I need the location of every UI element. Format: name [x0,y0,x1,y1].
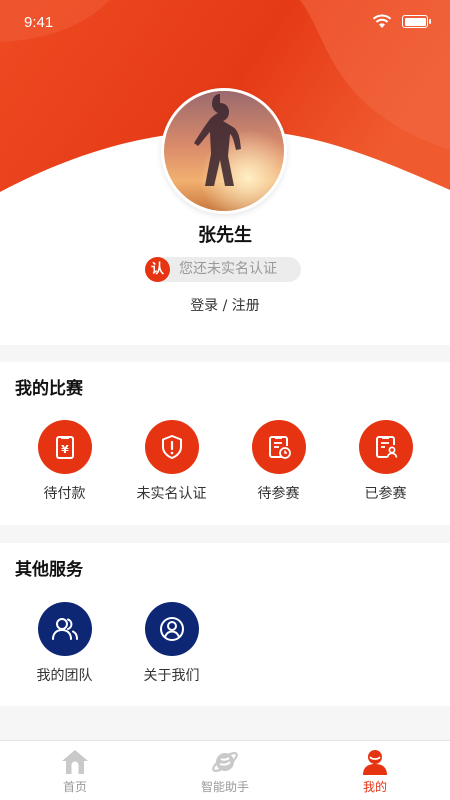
payment-pending-icon: ¥ [37,420,92,474]
profile-icon [363,750,387,775]
tab-label: 我的 [362,780,387,794]
planet-icon [212,752,238,772]
tab-label: 智能助手 [200,780,249,794]
pending-payment-button[interactable]: ¥ 待付款 [11,420,118,503]
grid-label: 关于我们 [143,668,200,684]
tab-mine[interactable]: 我的 [300,741,450,800]
other-services-card: 其他服务 我的团队 关于我们 [0,543,450,706]
profile-header: 9:41 张先生 认 您还未实名认证 登录 / 注册 [0,0,450,345]
section-title: 我的比赛 [15,379,83,399]
wifi-icon [372,14,392,28]
grid-label: 已参赛 [364,486,407,502]
shield-alert-icon [144,420,199,474]
tab-assistant[interactable]: 智能助手 [150,741,300,800]
login-register-link[interactable]: 登录 / 注册 [0,295,450,315]
awaiting-match-button[interactable]: 待参赛 [225,420,332,503]
avatar-photo [164,91,284,211]
status-time: 9:41 [24,14,54,31]
home-icon [62,750,88,774]
my-matches-card: 我的比赛 ¥ 待付款 未实名认证 待参赛 已参赛 [0,362,450,525]
bottom-tab-bar: 首页 智能助手 我的 [0,740,450,800]
battery-icon [402,15,431,28]
grid-label: 未实名认证 [136,486,207,502]
avatar[interactable] [161,88,287,214]
about-us-button[interactable]: 关于我们 [118,602,225,685]
grid-label: 待参赛 [257,486,300,502]
tab-home[interactable]: 首页 [0,741,150,800]
unverified-button[interactable]: 未实名认证 [118,420,225,503]
tab-label: 首页 [62,780,87,794]
verify-badge: 认 [145,257,170,282]
clipboard-user-icon [358,420,413,474]
team-icon [37,602,92,656]
verify-status-pill[interactable]: 认 您还未实名认证 [145,257,301,282]
clipboard-clock-icon [251,420,306,474]
about-user-icon [144,602,199,656]
participated-button[interactable]: 已参赛 [332,420,439,503]
my-team-button[interactable]: 我的团队 [11,602,118,685]
section-title: 其他服务 [15,560,83,580]
svg-text:¥: ¥ [61,443,69,456]
status-bar: 9:41 [0,0,450,44]
grid-label: 待付款 [43,486,86,502]
grid-label: 我的团队 [36,668,93,684]
verify-status-text: 您还未实名认证 [179,261,277,277]
user-name: 张先生 [198,225,252,246]
